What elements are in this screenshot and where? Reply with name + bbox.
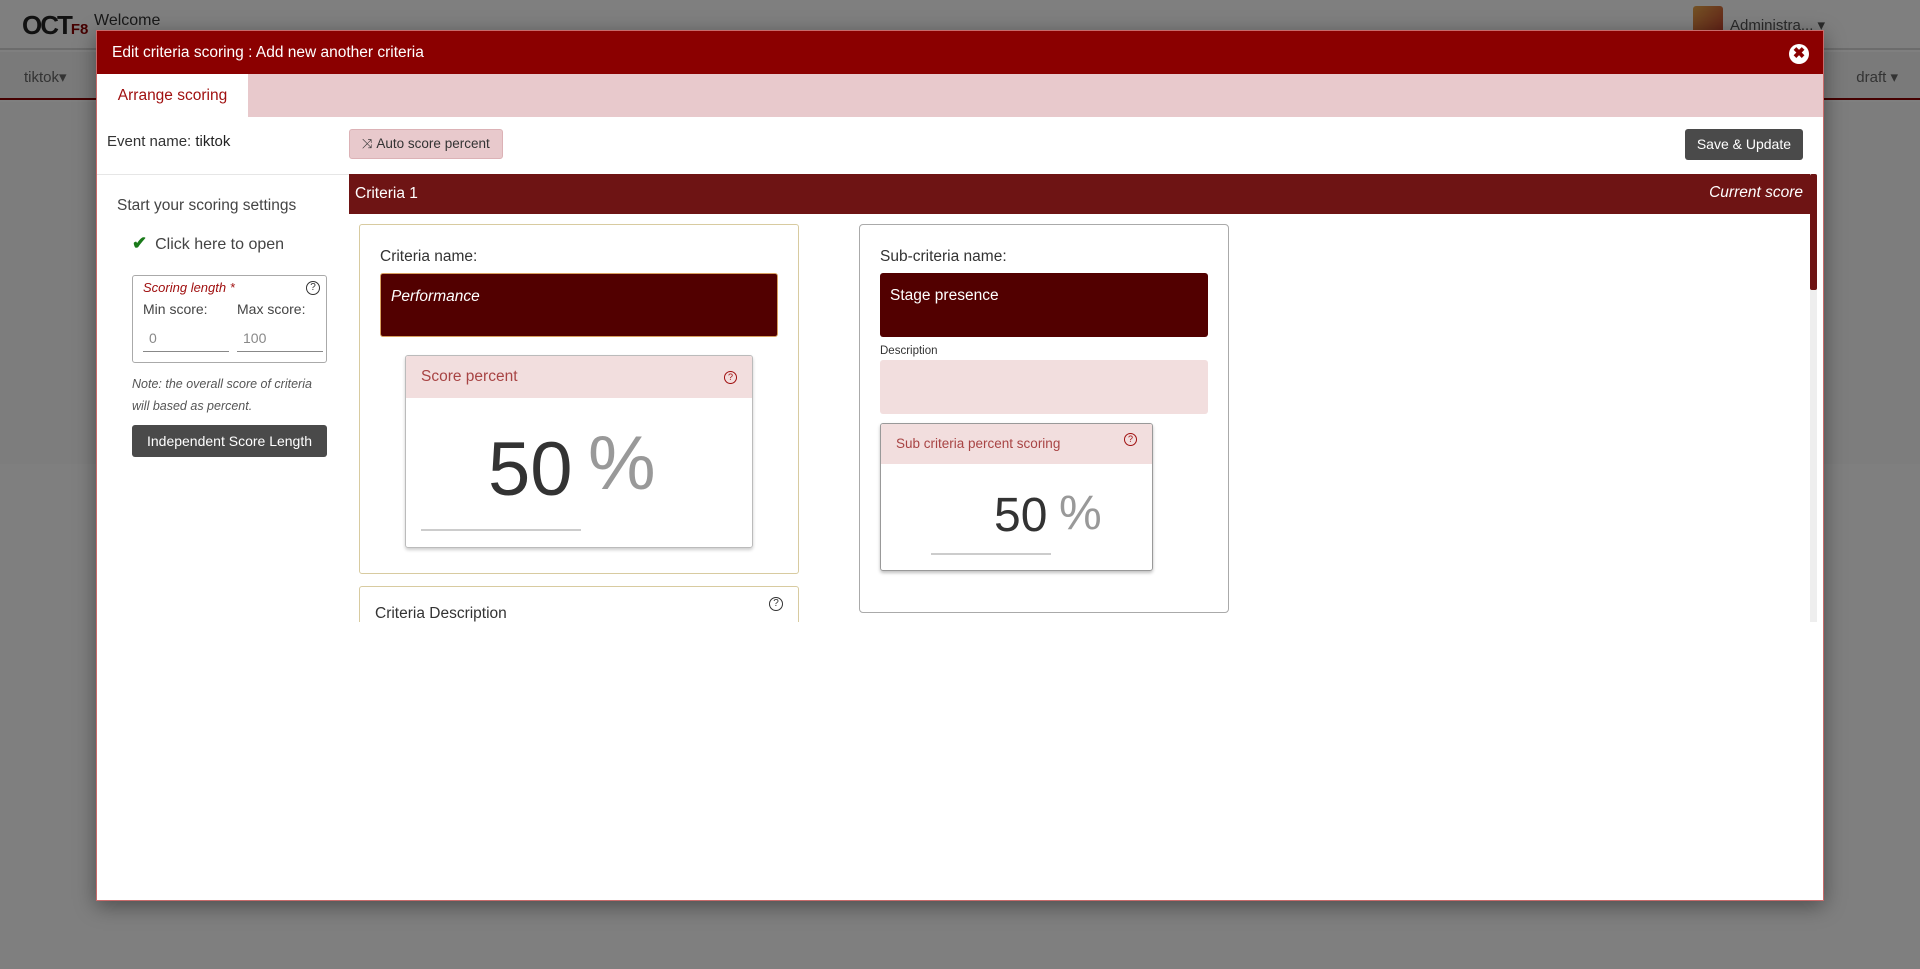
percent-sign: %: [588, 421, 656, 506]
sub-description-input[interactable]: [880, 360, 1208, 414]
sub-criteria-card: Sub-criteria name: Stage presence Descri…: [859, 224, 1229, 613]
sub-score-value[interactable]: 50: [994, 488, 1047, 543]
sub-criteria-name-label: Sub-criteria name:: [880, 248, 1007, 265]
score-note: Note: the overall score of criteria will…: [132, 377, 312, 413]
sub-criteria-score-card: Sub criteria percent scoring ? 50 %: [880, 423, 1153, 571]
criteria-header: Criteria 1 Current score: [349, 174, 1817, 214]
scoring-settings-title: Start your scoring settings: [117, 197, 297, 214]
modal-toolbar: Event name: tiktok ⤨ Auto score percent S…: [97, 117, 1823, 175]
score-percent-card: Score percent ? 50 %: [405, 355, 753, 548]
sub-score-underline: [931, 553, 1051, 555]
modal-title: Edit criteria scoring : Add new another …: [112, 44, 424, 61]
tab-bar: Arrange scoring: [97, 74, 1823, 117]
current-score-label: Current score: [1709, 184, 1803, 201]
percent-sign: %: [1059, 487, 1102, 540]
event-name: Event name: tiktok: [107, 133, 231, 150]
scoring-settings-panel: Start your scoring settings ✔ Click here …: [97, 174, 349, 634]
help-icon[interactable]: ?: [306, 281, 320, 295]
event-name-value: tiktok: [195, 133, 231, 150]
criteria-title: Criteria 1: [355, 185, 418, 202]
independent-score-length-button[interactable]: Independent Score Length: [132, 425, 327, 457]
auto-score-percent-button[interactable]: ⤨ Auto score percent: [349, 129, 503, 159]
criteria-description-card: Criteria Description ?: [359, 586, 799, 622]
min-score-label: Min score:: [143, 301, 208, 317]
scoring-length-box: Scoring length * ? Min score: Max score:: [132, 275, 327, 363]
help-icon[interactable]: ?: [1124, 433, 1137, 446]
edit-criteria-modal: Edit criteria scoring : Add new another …: [96, 30, 1824, 901]
score-input-underline: [421, 529, 581, 531]
scoring-length-label: Scoring length *: [143, 280, 235, 295]
sub-criteria-name-input[interactable]: Stage presence: [880, 273, 1208, 337]
criteria-name-label: Criteria name:: [380, 248, 478, 265]
sub-criteria-score-header: Sub criteria percent scoring ?: [881, 424, 1152, 464]
help-icon[interactable]: ?: [769, 597, 783, 611]
criteria-card: Criteria name: Performance Score percent…: [359, 224, 799, 574]
shuffle-icon: ⤨: [362, 136, 373, 151]
min-score-input[interactable]: [143, 324, 229, 352]
criteria-panel: Criteria 1 Current score Criteria name: …: [349, 174, 1817, 622]
criteria-description-label: Criteria Description: [375, 605, 507, 622]
tab-arrange-scoring[interactable]: Arrange scoring: [97, 74, 248, 117]
score-percent-value[interactable]: 50: [488, 426, 573, 513]
scrollbar-thumb[interactable]: [1810, 174, 1817, 290]
max-score-label: Max score:: [237, 301, 306, 317]
score-percent-header: Score percent ?: [406, 356, 752, 398]
check-icon: ✔: [132, 233, 148, 253]
criteria-scrollbar[interactable]: [1810, 174, 1817, 622]
max-score-input[interactable]: [237, 324, 323, 352]
help-icon[interactable]: ?: [724, 371, 737, 384]
save-update-button[interactable]: Save & Update: [1684, 129, 1803, 160]
criteria-name-input[interactable]: Performance: [380, 273, 778, 337]
open-settings-link[interactable]: ✔ Click here to open: [132, 233, 284, 254]
close-icon[interactable]: ✖: [1789, 44, 1809, 64]
modal-header: Edit criteria scoring : Add new another …: [97, 31, 1823, 74]
sub-description-label: Description: [880, 345, 938, 357]
